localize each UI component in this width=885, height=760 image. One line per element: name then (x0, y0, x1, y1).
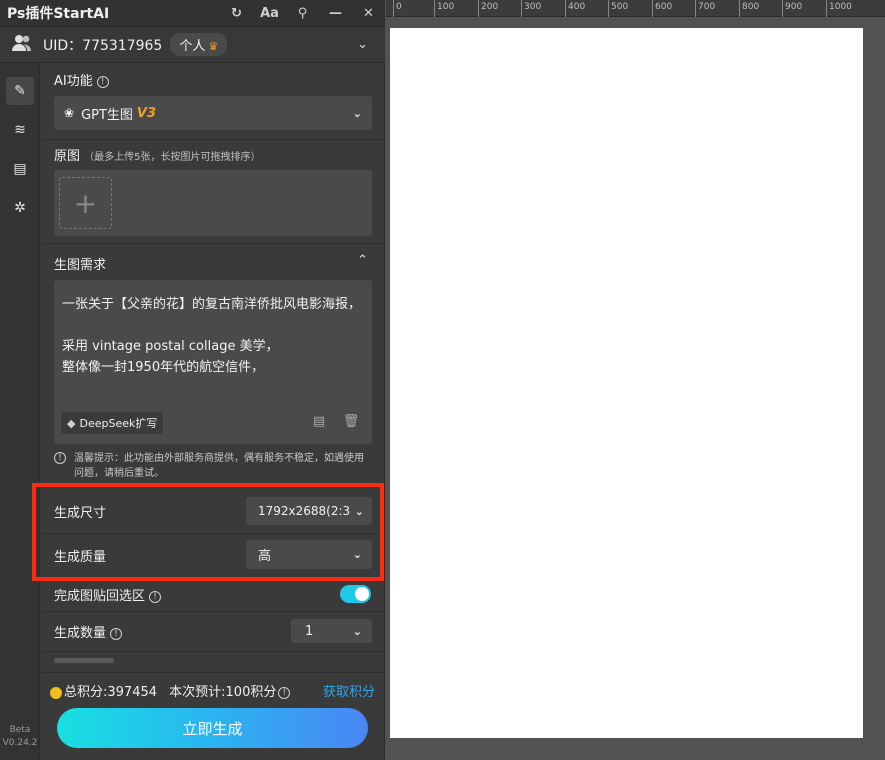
ruler-tick: 1000 (826, 0, 852, 17)
count-label: 生成数量 (54, 626, 107, 641)
add-image-button[interactable]: + (59, 177, 112, 229)
divider (41, 611, 384, 612)
pin-icon[interactable]: ⚲ (286, 6, 319, 21)
ruler-tick: 900 (782, 0, 802, 17)
version-label: V0.24.2 (2, 738, 38, 748)
count-value: 1 (305, 623, 314, 639)
layers-icon[interactable]: ≋ (6, 116, 34, 144)
deepseek-label: DeepSeek扩写 (79, 417, 158, 430)
prompt-textarea[interactable]: 一张关于【父亲的花】的复古南洋侨批风电影海报， 采用 vintage posta… (54, 280, 372, 444)
minimize-icon[interactable]: — (319, 6, 352, 21)
settings-icon[interactable]: ✲ (6, 194, 34, 222)
ruler-tick: 700 (695, 0, 715, 17)
model-label: GPT生图 (81, 107, 133, 123)
source-image-hint: （最多上传5张，长按图片可拖拽排序） (84, 152, 261, 163)
prompt-text: 一张关于【父亲的花】的复古南洋侨批风电影海报， 采用 vintage posta… (62, 297, 362, 375)
total-points: 总积分:397454 (64, 685, 158, 700)
divider (41, 243, 384, 244)
footer: 总积分:397454 本次预计:100积分! 获取积分 立即生成 (41, 672, 384, 760)
service-tip: ! 温馨提示：此功能由外部服务商提供，偶有服务不稳定，如遇使用问题，请稍后重试。 (54, 451, 372, 481)
trash-icon[interactable]: 🗑 (340, 414, 362, 429)
whale-icon: ◆ (67, 416, 76, 430)
info-icon[interactable]: ! (278, 686, 291, 699)
info-icon[interactable]: ! (110, 627, 123, 640)
plan-badge: 个人 ♛ (170, 33, 228, 56)
source-image-label: 原图 (54, 149, 81, 164)
edit-icon[interactable]: ✎ (6, 77, 34, 105)
points-info: 总积分:397454 本次预计:100积分! (50, 681, 291, 700)
version-info: Beta V0.24.2 (0, 724, 40, 750)
generate-button[interactable]: 立即生成 (57, 708, 368, 748)
info-icon: ! (54, 452, 66, 464)
count-select[interactable]: 1 ⌄ (291, 619, 372, 643)
history-icon[interactable]: ▤ (308, 414, 330, 429)
ruler-tick: 0 (393, 0, 402, 17)
plan-label: 个人 (179, 39, 206, 54)
model-select[interactable]: ❀ GPT生图 V3 ⌄ (54, 96, 372, 130)
ai-function-row: AI功能! (54, 70, 109, 89)
titlebar-tools: ↻ Aa ⚲ — ✕ (220, 6, 385, 21)
beta-label: Beta (9, 725, 31, 735)
info-icon[interactable]: ! (96, 75, 109, 88)
toggle-knob (355, 587, 369, 601)
plugin-panel: Ps插件StartAI ↻ Aa ⚲ — ✕ UID：775317965 个人 ♛… (0, 0, 385, 760)
prompt-tools: ▤ 🗑 (298, 414, 362, 429)
coin-icon (50, 686, 62, 699)
crown-icon: ♛ (208, 40, 219, 53)
ruler-tick: 800 (739, 0, 759, 17)
app-title: Ps插件StartAI (7, 6, 110, 22)
source-image-row: 原图 （最多上传5张，长按图片可拖拽排序） (54, 145, 261, 164)
account-bar[interactable]: UID：775317965 个人 ♛ ⌄ (0, 27, 385, 63)
paste-back-label: 完成图贴回选区 (54, 589, 146, 604)
titlebar: Ps插件StartAI ↻ Aa ⚲ — ✕ (0, 0, 385, 27)
count-row: 生成数量! (54, 622, 123, 641)
chevron-down-icon: ⌄ (352, 106, 362, 120)
results-row-partial (54, 658, 372, 667)
chevron-down-icon: ⌄ (352, 624, 362, 638)
deepseek-expand-button[interactable]: ◆ DeepSeek扩写 (61, 412, 164, 434)
uid-text: UID：775317965 (43, 37, 163, 54)
paste-back-row: 完成图贴回选区! (54, 585, 162, 604)
ruler-tick: 200 (478, 0, 498, 17)
ruler-tick: 300 (521, 0, 541, 17)
upload-area: + (54, 170, 372, 236)
chevron-up-icon[interactable]: ⌃ (357, 253, 368, 268)
tip-text: 温馨提示：此功能由外部服务商提供，偶有服务不稳定，如遇使用问题，请稍后重试。 (74, 453, 364, 479)
prompt-label: 生图需求 (54, 258, 107, 273)
side-rail: ✎ ≋ ▤ ✲ Beta V0.24.2 (0, 63, 40, 760)
ruler-tick: 600 (652, 0, 672, 17)
model-icon: ❀ (64, 106, 75, 120)
divider (41, 651, 384, 652)
estimate-points: 本次预计:100积分 (169, 685, 277, 700)
ruler-tick: 100 (434, 0, 454, 17)
refresh-icon[interactable]: ↻ (220, 6, 253, 21)
document-canvas[interactable] (390, 28, 863, 738)
close-icon[interactable]: ✕ (352, 6, 385, 21)
user-icon (11, 34, 33, 56)
ruler-tick: 500 (608, 0, 628, 17)
chevron-down-icon[interactable]: ⌄ (357, 37, 368, 52)
get-points-link[interactable]: 获取积分 (323, 681, 375, 700)
highlight-box (32, 483, 384, 581)
clipboard-icon[interactable]: ▤ (6, 155, 34, 183)
ruler: 0 100 200 300 400 500 600 700 800 900 10… (386, 0, 885, 17)
model-version: V3 (136, 105, 157, 121)
font-size-icon[interactable]: Aa (253, 6, 286, 21)
info-icon[interactable]: ! (149, 590, 162, 603)
ai-function-label: AI功能 (54, 74, 93, 89)
divider (41, 139, 384, 140)
paste-back-toggle[interactable] (340, 585, 371, 603)
ruler-tick: 400 (565, 0, 585, 17)
